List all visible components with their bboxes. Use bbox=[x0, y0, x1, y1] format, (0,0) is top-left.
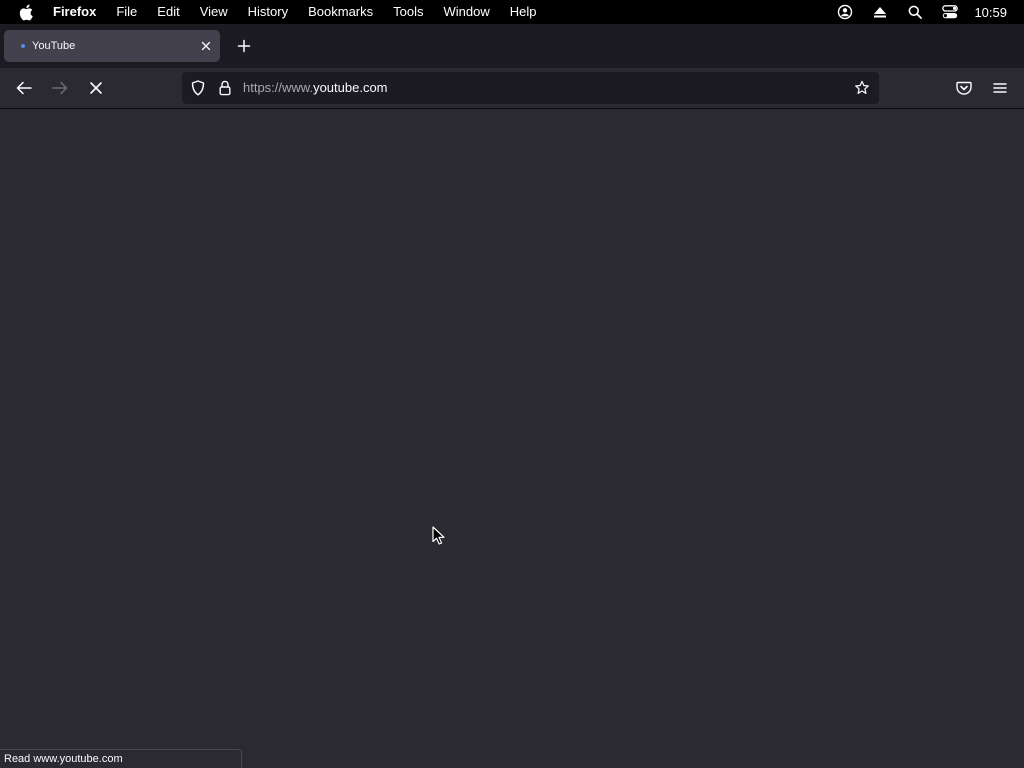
tab-youtube[interactable]: YouTube bbox=[4, 30, 220, 62]
menu-history[interactable]: History bbox=[238, 0, 298, 24]
eject-icon[interactable] bbox=[870, 2, 890, 22]
back-button[interactable] bbox=[14, 78, 34, 98]
page-content-area[interactable] bbox=[0, 110, 1024, 768]
apple-icon[interactable] bbox=[17, 3, 35, 21]
control-center-icon[interactable] bbox=[940, 2, 960, 22]
menu-bar-status-area: 10:59 bbox=[835, 0, 1024, 24]
tab-close-icon[interactable] bbox=[197, 37, 215, 55]
user-account-icon[interactable] bbox=[835, 2, 855, 22]
arrow-right-icon bbox=[52, 81, 68, 95]
hamburger-menu-icon bbox=[993, 83, 1007, 93]
tab-title: YouTube bbox=[32, 40, 76, 52]
status-panel: Read www.youtube.com bbox=[0, 749, 242, 768]
menu-help[interactable]: Help bbox=[500, 0, 547, 24]
menu-bookmarks[interactable]: Bookmarks bbox=[298, 0, 383, 24]
macos-menu-bar: Firefox File Edit View History Bookmarks… bbox=[0, 0, 1024, 24]
url-domain: youtube.com bbox=[313, 80, 388, 95]
tracking-protection-shield-icon[interactable] bbox=[190, 80, 206, 96]
close-icon bbox=[90, 82, 102, 94]
new-tab-button[interactable] bbox=[234, 36, 254, 56]
pocket-button[interactable] bbox=[954, 78, 974, 98]
tab-strip: YouTube bbox=[0, 24, 1024, 68]
mouse-pointer-icon bbox=[432, 526, 445, 545]
menu-app-firefox[interactable]: Firefox bbox=[46, 0, 106, 24]
bookmark-star-icon[interactable] bbox=[854, 80, 870, 96]
stop-loading-button[interactable] bbox=[86, 78, 106, 98]
arrow-left-icon bbox=[16, 81, 32, 95]
application-menu-button[interactable] bbox=[990, 78, 1010, 98]
menu-view[interactable]: View bbox=[190, 0, 238, 24]
url-bar[interactable]: https://www.youtube.com bbox=[182, 72, 879, 104]
menu-window[interactable]: Window bbox=[434, 0, 500, 24]
pocket-icon bbox=[956, 81, 972, 95]
plus-icon bbox=[237, 39, 251, 53]
url-prefix: https://www. bbox=[243, 80, 314, 95]
menu-tools[interactable]: Tools bbox=[383, 0, 433, 24]
menu-edit[interactable]: Edit bbox=[147, 0, 189, 24]
lock-icon[interactable] bbox=[217, 80, 233, 96]
menu-file[interactable]: File bbox=[106, 0, 147, 24]
menu-bar-clock[interactable]: 10:59 bbox=[974, 5, 1007, 20]
url-text[interactable]: https://www.youtube.com bbox=[243, 80, 388, 96]
tab-loading-indicator bbox=[21, 44, 25, 48]
spotlight-search-icon[interactable] bbox=[905, 2, 925, 22]
navigation-toolbar: https://www.youtube.com bbox=[0, 68, 1024, 109]
forward-button[interactable] bbox=[50, 78, 70, 98]
